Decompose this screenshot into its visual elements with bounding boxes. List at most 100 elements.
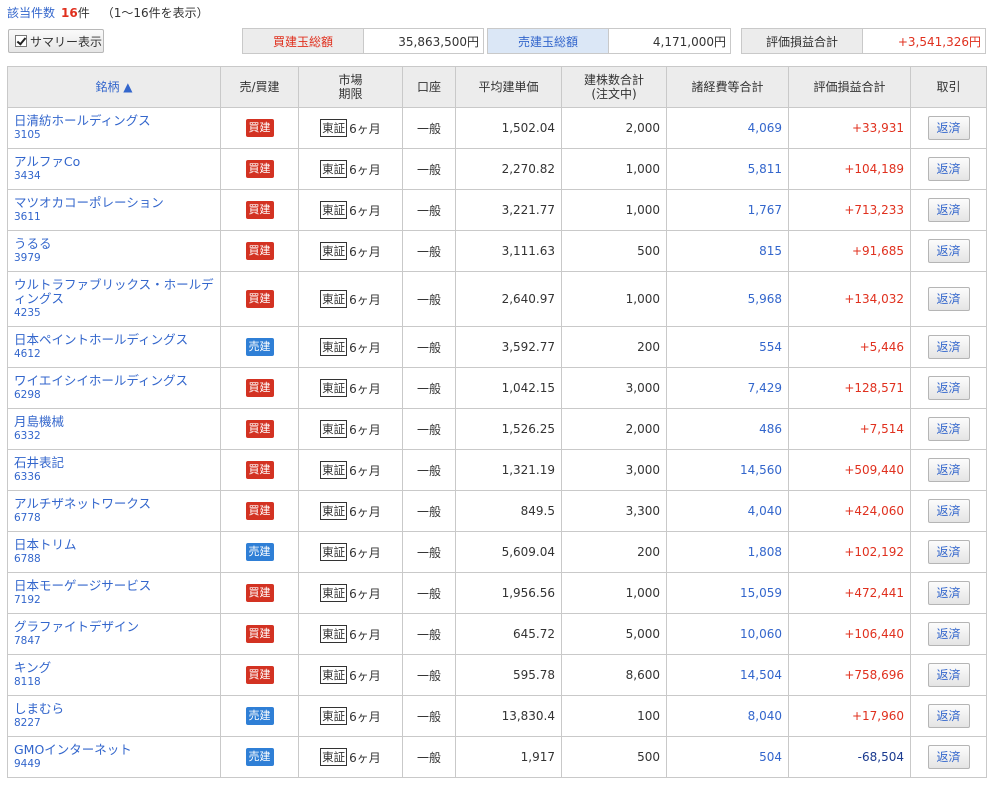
term-text: 6ヶ月 — [349, 709, 381, 724]
cell-fees-link[interactable]: 5,968 — [666, 271, 789, 327]
table-row: しまむら 8227 売建 東証 6ヶ月 一般 13,830.4 100 8,040 +17,960… — [7, 695, 987, 737]
stock-name-link[interactable]: 日本トリム — [14, 538, 220, 552]
cell-fees-link[interactable]: 4,040 — [666, 490, 789, 532]
cell-trade: 返済 — [910, 736, 987, 778]
cell-fees-link[interactable]: 15,059 — [666, 572, 789, 614]
stock-name-link[interactable]: ウルトラファブリックス・ホールディングス — [14, 278, 220, 306]
summary-toggle-button[interactable]: サマリー表示 — [8, 29, 104, 53]
cell-trade: 返済 — [910, 449, 987, 491]
repay-button[interactable]: 返済 — [927, 540, 970, 564]
market-badge: 東証 — [320, 379, 348, 397]
cell-trade: 返済 — [910, 107, 987, 149]
buy-total-label: 買建玉総額 — [243, 29, 364, 53]
cell-side: 買建 — [220, 148, 299, 190]
repay-button[interactable]: 返済 — [927, 704, 970, 728]
term-text: 6ヶ月 — [349, 121, 381, 136]
repay-button[interactable]: 返済 — [927, 116, 970, 140]
stock-name-link[interactable]: アルファCo — [14, 155, 220, 169]
table-row: 日清紡ホールディングス 3105 買建 東証 6ヶ月 一般 1,502.04 2,000 4,0… — [7, 107, 987, 149]
table-row: ワイエイシイホールディングス 6298 買建 東証 6ヶ月 一般 1,042.15 3,000… — [7, 367, 987, 409]
stock-name-link[interactable]: 石井表記 — [14, 456, 220, 470]
repay-button[interactable]: 返済 — [927, 499, 970, 523]
cell-fees-link[interactable]: 10,060 — [666, 613, 789, 655]
cell-side: 売建 — [220, 531, 299, 573]
stock-name-link[interactable]: マツオカコーポレーション — [14, 196, 220, 210]
stock-name-link[interactable]: アルチザネットワークス — [14, 497, 220, 511]
cell-qty: 3,000 — [561, 367, 667, 409]
cell-avg-price: 2,640.97 — [455, 271, 562, 327]
cell-stock: 日本モーゲージサービス 7192 — [7, 572, 221, 614]
stock-code: 4612 — [14, 348, 41, 360]
market-badge: 東証 — [320, 290, 348, 308]
cell-account: 一般 — [402, 189, 456, 231]
col-header-name[interactable]: 銘柄 ▲ — [7, 66, 221, 108]
cell-qty: 200 — [561, 326, 667, 368]
cell-avg-price: 849.5 — [455, 490, 562, 532]
cell-stock: グラファイトデザイン 7847 — [7, 613, 221, 655]
stock-name-link[interactable]: 月島機械 — [14, 415, 220, 429]
cell-market: 東証 6ヶ月 — [298, 367, 403, 409]
cell-market: 東証 6ヶ月 — [298, 326, 403, 368]
repay-button[interactable]: 返済 — [927, 745, 970, 769]
checkbox-icon[interactable] — [15, 35, 27, 47]
repay-button[interactable]: 返済 — [927, 157, 970, 181]
cell-market: 東証 6ヶ月 — [298, 230, 403, 272]
term-text: 6ヶ月 — [349, 586, 381, 601]
repay-button[interactable]: 返済 — [927, 622, 970, 646]
cell-pl: +472,441 — [788, 572, 911, 614]
repay-button[interactable]: 返済 — [927, 581, 970, 605]
cell-fees-link[interactable]: 486 — [666, 408, 789, 450]
repay-button[interactable]: 返済 — [927, 376, 970, 400]
market-badge: 東証 — [320, 543, 348, 561]
repay-button[interactable]: 返済 — [927, 287, 970, 311]
cell-side: 買建 — [220, 613, 299, 655]
repay-button[interactable]: 返済 — [927, 417, 970, 441]
cell-qty: 1,000 — [561, 189, 667, 231]
cell-qty: 3,000 — [561, 449, 667, 491]
repay-button[interactable]: 返済 — [927, 335, 970, 359]
repay-button[interactable]: 返済 — [927, 198, 970, 222]
cell-fees-link[interactable]: 4,069 — [666, 107, 789, 149]
table-row: GMOインターネット 9449 売建 東証 6ヶ月 一般 1,917 500 504 -68,50… — [7, 736, 987, 778]
cell-fees-link[interactable]: 815 — [666, 230, 789, 272]
table-row: マツオカコーポレーション 3611 買建 東証 6ヶ月 一般 3,221.77 1,000 1,… — [7, 189, 987, 231]
cell-fees-link[interactable]: 7,429 — [666, 367, 789, 409]
cell-pl: +33,931 — [788, 107, 911, 149]
stock-name-link[interactable]: 日本モーゲージサービス — [14, 579, 220, 593]
stock-name-link[interactable]: 日本ペイントホールディングス — [14, 333, 220, 347]
cell-fees-link[interactable]: 8,040 — [666, 695, 789, 737]
cell-side: 売建 — [220, 736, 299, 778]
term-text: 6ヶ月 — [349, 504, 381, 519]
table-row: アルファCo 3434 買建 東証 6ヶ月 一般 2,270.82 1,000 5,811 +10… — [7, 148, 987, 190]
cell-avg-price: 1,956.56 — [455, 572, 562, 614]
stock-name-link[interactable]: グラファイトデザイン — [14, 620, 220, 634]
side-badge: 買建 — [245, 242, 274, 260]
cell-fees-link[interactable]: 5,811 — [666, 148, 789, 190]
cell-pl: +104,189 — [788, 148, 911, 190]
cell-pl: +7,514 — [788, 408, 911, 450]
cell-trade: 返済 — [910, 230, 987, 272]
cell-fees-link[interactable]: 1,767 — [666, 189, 789, 231]
stock-name-link[interactable]: ワイエイシイホールディングス — [14, 374, 220, 388]
cell-fees-link[interactable]: 1,808 — [666, 531, 789, 573]
cell-stock: ウルトラファブリックス・ホールディングス 4235 — [7, 271, 221, 327]
stock-name-link[interactable]: うるる — [14, 237, 220, 251]
stock-name-link[interactable]: しまむら — [14, 702, 220, 716]
stock-name-link[interactable]: キング — [14, 661, 220, 675]
stock-name-link[interactable]: 日清紡ホールディングス — [14, 114, 220, 128]
stock-name-link[interactable]: GMOインターネット — [14, 743, 220, 757]
cell-stock: キング 8118 — [7, 654, 221, 696]
repay-button[interactable]: 返済 — [927, 458, 970, 482]
col-header-qty: 建株数合計 (注文中) — [561, 66, 667, 108]
cell-fees-link[interactable]: 14,504 — [666, 654, 789, 696]
repay-button[interactable]: 返済 — [927, 239, 970, 263]
repay-button[interactable]: 返済 — [927, 663, 970, 687]
cell-fees-link[interactable]: 504 — [666, 736, 789, 778]
cell-trade: 返済 — [910, 408, 987, 450]
cell-fees-link[interactable]: 554 — [666, 326, 789, 368]
cell-fees-link[interactable]: 14,560 — [666, 449, 789, 491]
col-qty-line2: (注文中) — [591, 87, 637, 101]
side-badge: 買建 — [245, 160, 274, 178]
cell-side: 買建 — [220, 230, 299, 272]
cell-market: 東証 6ヶ月 — [298, 654, 403, 696]
